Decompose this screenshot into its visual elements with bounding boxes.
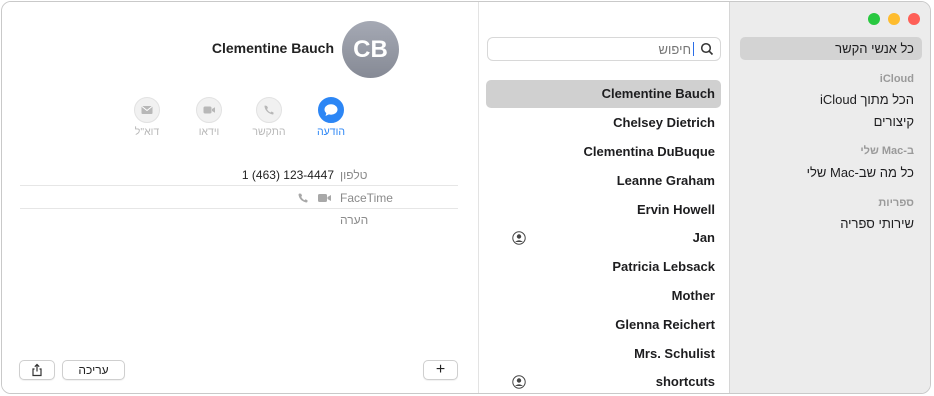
contact-row-name: Mother xyxy=(671,288,715,303)
video-camera-icon xyxy=(196,97,222,123)
call-label: התקשר xyxy=(252,126,286,138)
contact-row[interactable]: Mother xyxy=(486,282,721,310)
sidebar-item-library-services[interactable]: שירותי ספריה xyxy=(740,212,922,235)
contact-name: Clementine Bauch xyxy=(211,40,334,56)
window-controls xyxy=(868,13,920,25)
sidebar-item-all-contacts[interactable]: כל אנשי הקשר xyxy=(740,37,922,60)
contact-row-name: Clementine Bauch xyxy=(601,86,715,101)
contact-row-name: Jan xyxy=(692,230,715,245)
facetime-row: FaceTime xyxy=(20,187,458,209)
contact-row[interactable]: Ervin Howell xyxy=(486,196,721,224)
contact-row-name: shortcuts xyxy=(655,374,715,389)
sidebar-item-all-on-mac[interactable]: כל מה שב-Mac שלי xyxy=(740,161,922,184)
zoom-button[interactable] xyxy=(868,13,880,25)
minimize-button[interactable] xyxy=(888,13,900,25)
contact-row[interactable]: Glenna Reichert xyxy=(486,311,721,339)
sidebar-item-all-icloud[interactable]: הכל מתוך iCloud xyxy=(740,88,922,111)
message-action[interactable]: הודעה xyxy=(301,97,361,138)
message-icon xyxy=(318,97,344,123)
sidebar-section-icloud: iCloud xyxy=(879,73,914,85)
phone-number[interactable]: 1 (463) 123-4447 xyxy=(242,168,334,182)
share-button[interactable] xyxy=(19,360,55,380)
contact-row[interactable]: shortcuts xyxy=(486,368,721,393)
contact-row-name: Chelsey Dietrich xyxy=(613,115,715,130)
avatar: CB xyxy=(342,21,399,78)
phone-label: טלפון xyxy=(340,168,368,182)
contact-row-name: Mrs. Schulist xyxy=(634,346,715,361)
video-label: וידאו xyxy=(198,126,220,138)
sidebar-section-on-my-mac: ב-Mac שלי xyxy=(860,145,914,157)
mail-label: דוא"ל xyxy=(134,126,160,138)
contact-row-name: Leanne Graham xyxy=(616,173,715,188)
facetime-video-icon[interactable] xyxy=(317,192,332,204)
contact-row-name: Clementina DuBuque xyxy=(583,144,715,159)
contact-list-pane: Clementine Bauch Chelsey Dietrich Clemen… xyxy=(478,2,731,393)
envelope-icon xyxy=(134,97,160,123)
contact-row-name: Glenna Reichert xyxy=(615,317,715,332)
contact-row[interactable]: Leanne Graham xyxy=(486,167,721,195)
video-action[interactable]: וידאו xyxy=(179,97,239,138)
person-icon xyxy=(512,231,526,245)
contact-row[interactable]: Clementine Bauch xyxy=(486,80,721,108)
contact-row[interactable]: Jan xyxy=(486,224,721,252)
text-caret xyxy=(692,42,694,56)
search-field[interactable] xyxy=(487,37,721,61)
sidebar-item-shortcuts[interactable]: קיצורים xyxy=(740,110,922,133)
phone-icon xyxy=(256,97,282,123)
sidebar-section-libraries: ספריות xyxy=(878,197,914,209)
phone-row: 1 (463) 123-4447 טלפון xyxy=(20,164,458,186)
groups-sidebar: כל אנשי הקשר iCloud הכל מתוך iCloud קיצו… xyxy=(729,2,930,393)
facetime-audio-icon[interactable] xyxy=(297,192,309,204)
contact-row-name: Patricia Lebsack xyxy=(612,259,715,274)
edit-button[interactable]: עריכה xyxy=(62,360,125,380)
contact-row[interactable]: Patricia Lebsack xyxy=(486,253,721,281)
contact-row[interactable]: Clementina DuBuque xyxy=(486,138,721,166)
contact-row[interactable]: Chelsey Dietrich xyxy=(486,109,721,137)
note-row: הערה xyxy=(20,210,458,232)
search-input[interactable] xyxy=(496,40,691,58)
search-icon xyxy=(700,42,714,56)
contacts-window: CB Clementine Bauch הודעה התקשר וידאו דו… xyxy=(1,1,931,394)
call-action[interactable]: התקשר xyxy=(239,97,299,138)
contact-row-name: Ervin Howell xyxy=(636,202,715,217)
contact-detail-pane: CB Clementine Bauch הודעה התקשר וידאו דו… xyxy=(2,2,478,393)
person-icon xyxy=(512,375,526,389)
add-contact-button[interactable]: + xyxy=(423,360,458,380)
contact-row[interactable]: Mrs. Schulist xyxy=(486,340,721,368)
note-label[interactable]: הערה xyxy=(340,213,368,227)
mail-action[interactable]: דוא"ל xyxy=(117,97,177,138)
message-label: הודעה xyxy=(317,126,345,138)
facetime-label: FaceTime xyxy=(340,191,393,205)
share-icon xyxy=(32,363,42,377)
close-button[interactable] xyxy=(908,13,920,25)
